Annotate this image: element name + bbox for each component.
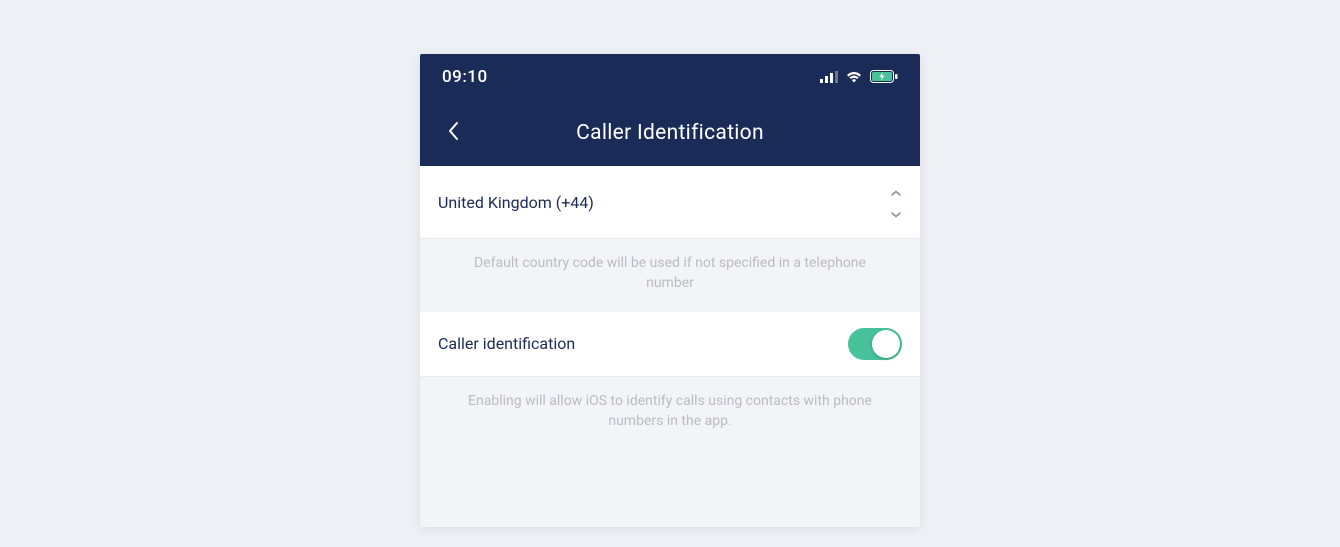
status-time: 09:10: [442, 67, 488, 87]
page-title: Caller Identification: [576, 121, 764, 145]
bottom-padding: [420, 449, 920, 527]
caller-id-helper-text: Enabling will allow iOS to identify call…: [420, 377, 920, 450]
chevron-down-icon: [890, 203, 902, 222]
chevron-up-icon: [890, 182, 902, 201]
nav-bar: Caller Identification: [420, 100, 920, 166]
status-icons: [820, 68, 898, 87]
status-bar: 09:10: [420, 54, 920, 100]
country-code-stepper[interactable]: [890, 182, 902, 222]
cellular-signal-icon: [820, 68, 838, 87]
wifi-icon: [845, 68, 863, 87]
chevron-left-icon: [447, 121, 459, 145]
country-code-label: United Kingdom (+44): [438, 193, 594, 212]
toggle-knob: [872, 330, 900, 358]
caller-id-row: Caller identification: [420, 312, 920, 377]
caller-id-toggle[interactable]: [848, 328, 902, 360]
back-button[interactable]: [438, 118, 468, 148]
device-frame: 09:10: [420, 54, 920, 527]
battery-charging-icon: [870, 68, 898, 87]
country-code-row[interactable]: United Kingdom (+44): [420, 166, 920, 239]
country-helper-text: Default country code will be used if not…: [420, 239, 920, 312]
caller-id-label: Caller identification: [438, 334, 575, 353]
